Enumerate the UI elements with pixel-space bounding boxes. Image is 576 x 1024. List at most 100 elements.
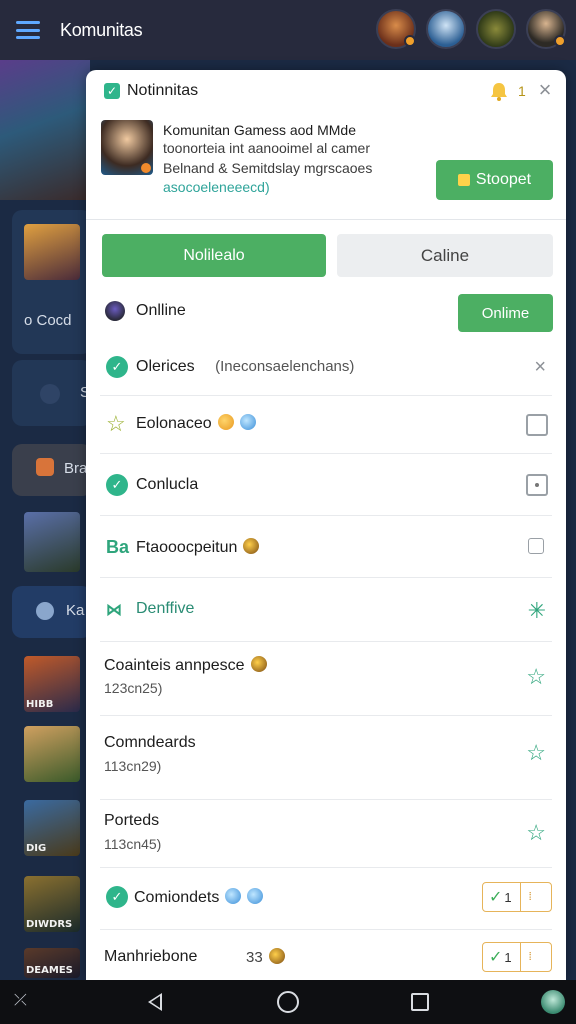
count-value: 33 (246, 949, 263, 966)
game-thumbnail[interactable] (24, 512, 80, 572)
vote-pill[interactable]: ✓ 1 ⁞ (482, 942, 552, 972)
checkmark-icon: ✓ (489, 949, 503, 966)
avatar[interactable] (376, 9, 416, 49)
list-item[interactable]: Ba Ftaooocpeitun (100, 516, 552, 578)
menu-icon[interactable] (16, 21, 40, 39)
avatar[interactable] (476, 9, 516, 49)
list-item[interactable]: Manhriebone 33 ✓ 1 ⁞ (100, 930, 552, 980)
row-label: Olerices (Ineconsaelenchans) (136, 358, 354, 376)
list-item[interactable]: Coainteis annpesce 123cn25) ☆ (100, 642, 552, 716)
list-item[interactable]: ✓ Comiondets ✓ 1 ⁞ (100, 868, 552, 930)
flag-icon[interactable]: ⁞ (529, 951, 532, 963)
description-line: Komunitan Gamess aod MMde (163, 122, 356, 138)
notification-count: 1 (518, 83, 526, 99)
thumbs-up-icon (457, 174, 470, 186)
row-subtitle: 113cn29) (104, 758, 162, 774)
app-title: Komunitas (60, 19, 143, 40)
checkbox[interactable] (526, 474, 548, 496)
community-avatar (101, 120, 153, 175)
row-title: Olerices (136, 358, 195, 375)
notifications-panel: ✓ Notinnitas 1 × Komunitan Gamess aod MM… (86, 70, 566, 980)
row-title: Manhriebone (104, 948, 198, 965)
avatar[interactable] (426, 9, 466, 49)
checkbox-dot (535, 483, 539, 487)
dismiss-icon[interactable]: × (534, 356, 546, 379)
check-circle-icon: ✓ (106, 356, 128, 378)
row-count: 33 (246, 948, 285, 966)
asterisk-icon[interactable]: ✳ (528, 598, 546, 624)
description-line: Belnand & Semitdslay mgrscaoes (163, 160, 373, 176)
star-icon: ☆ (106, 411, 126, 436)
checkbox[interactable] (526, 414, 548, 436)
list-item[interactable]: Comndeards 113cn29) ☆ (100, 716, 552, 800)
app-top-bar: Komunitas (0, 0, 576, 60)
list-item[interactable]: Porteds 113cn45) ☆ (100, 800, 552, 868)
collapse-icon[interactable]: ⤫ (14, 992, 27, 1010)
emoji-icon (239, 414, 256, 430)
feed-item-label: o Cocd (24, 312, 72, 329)
game-thumbnail[interactable]: DEAMES (24, 948, 80, 978)
star-outline-icon[interactable]: ☆ (526, 740, 546, 766)
badge-icon: Ba (106, 537, 130, 557)
panel-title: Notinnitas (127, 82, 199, 99)
member-avatars (376, 9, 566, 49)
star-outline-icon[interactable]: ☆ (526, 664, 546, 690)
game-thumbnail[interactable]: DIG (24, 800, 80, 856)
row-subtitle: 123cn25) (104, 680, 163, 696)
row-title: Conlucla (136, 476, 199, 493)
online-label: Onlline (136, 302, 186, 319)
divider (519, 882, 521, 912)
row-title: Comndeards (104, 734, 196, 751)
star-outline-icon[interactable]: ☆ (526, 820, 546, 846)
vote-count: 1 (504, 949, 512, 965)
game-thumbnail[interactable] (24, 726, 80, 782)
ghost-icon (40, 384, 60, 404)
row-label: Eolonaceo (136, 414, 256, 433)
list-item[interactable]: ✓ Olerices (Ineconsaelenchans) × (100, 340, 552, 396)
badge-dot (141, 163, 151, 173)
game-thumbnail[interactable]: DIWDRS (24, 876, 80, 932)
checkbox[interactable] (528, 538, 544, 554)
system-navigation-bar: ⤫ (0, 980, 576, 1024)
row-subtitle: 113cn45) (104, 836, 162, 852)
check-circle-icon: ✓ (106, 886, 128, 908)
stoopet-button-label: Stoopet (475, 171, 532, 188)
recent-apps-icon[interactable] (411, 993, 429, 1011)
thumbnail-caption: DEAMES (26, 965, 73, 976)
row-title: Ftaooocpeitun (136, 539, 238, 556)
close-icon[interactable]: × (535, 79, 555, 101)
tab-inactive[interactable]: Caline (337, 234, 553, 277)
emoji-icon (225, 888, 242, 904)
emoji-icon (217, 414, 234, 430)
row-label: Coainteis annpesce (104, 656, 267, 675)
emoji-icon (243, 538, 260, 554)
check-circle-icon: ✓ (106, 474, 128, 496)
vote-pill[interactable]: ✓ 1 ⁞ (482, 882, 552, 912)
stoopet-button[interactable]: Stoopet (436, 160, 553, 200)
checkbox-icon: ✓ (104, 83, 120, 99)
bookmark-icon: ⋈ (106, 602, 122, 619)
online-button[interactable]: Onlime (458, 294, 553, 332)
game-thumbnail[interactable]: HIBB (24, 656, 80, 712)
emoji-icon (247, 888, 264, 904)
list-item[interactable]: ⋈ Denffive ✳ (100, 578, 552, 642)
thumbnail-caption: HIBB (26, 699, 54, 710)
hero-image (0, 60, 90, 200)
list-item[interactable]: ☆ Eolonaceo (100, 396, 552, 454)
bell-icon[interactable] (488, 80, 510, 102)
panel-header: ✓ Notinnitas 1 × Komunitan Gamess aod MM… (86, 70, 566, 220)
status-badge (404, 35, 416, 47)
assistant-icon[interactable] (541, 990, 565, 1014)
game-thumbnail[interactable] (24, 224, 80, 280)
tab-active[interactable]: Nolilealo (102, 234, 326, 277)
list-item[interactable]: ✓ Conlucla (100, 454, 552, 516)
back-icon[interactable] (148, 993, 162, 1011)
row-title: Porteds (104, 812, 160, 829)
feed-item-label: Bra (64, 460, 88, 477)
home-icon[interactable] (277, 991, 299, 1013)
row-note: (Ineconsaelenchans) (215, 358, 355, 375)
avatar[interactable] (526, 9, 566, 49)
thumbnail-caption: DIG (26, 843, 47, 854)
flag-icon[interactable]: ⁞ (529, 891, 532, 903)
row-label: Ftaooocpeitun (136, 538, 260, 557)
